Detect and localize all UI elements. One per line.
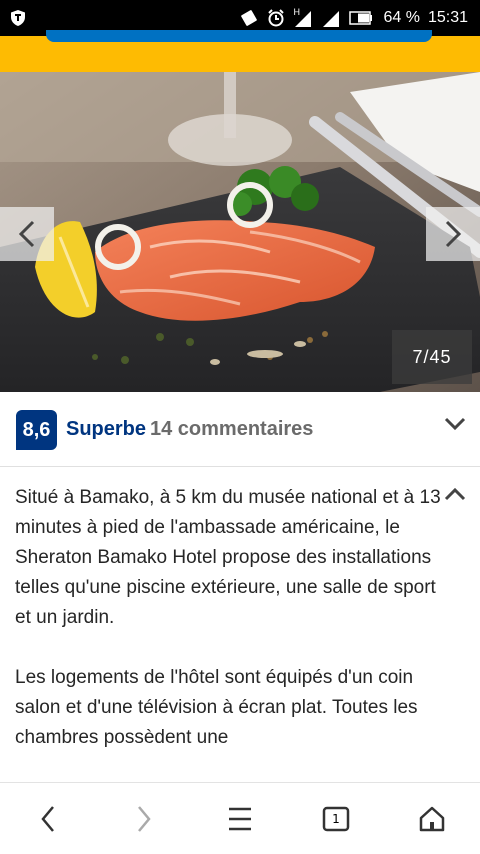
photo-counter: 7/45 [392,330,472,384]
chevron-up-icon[interactable] [444,487,466,501]
forward-button[interactable] [96,783,192,854]
next-photo-button[interactable] [426,207,480,261]
signal-icon-2 [323,11,340,27]
forward-icon [138,806,151,832]
network-type-label: H [293,7,300,17]
review-count: 14 commentaires [150,418,314,440]
photo-gallery[interactable]: 7/45 [0,72,480,392]
home-button[interactable] [384,783,480,854]
browser-toolbar: 1 [0,782,480,854]
search-button[interactable] [46,30,432,42]
menu-icon [229,807,251,831]
signal-icon: H [293,7,313,27]
chevron-down-icon[interactable] [444,417,466,431]
tabs-button[interactable]: 1 [288,783,384,854]
back-button[interactable] [0,783,96,854]
clock: 15:31 [427,9,468,26]
app-header [0,30,480,72]
home-icon [419,806,445,832]
previous-photo-button[interactable] [0,207,54,261]
review-score-badge: 8,6 [16,410,57,450]
battery-icon [349,11,373,25]
rating-summary[interactable]: 8,6 Superbe 14 commentaires [0,393,480,467]
back-icon [41,806,54,832]
chevron-right-icon [445,220,462,248]
shield-icon [11,10,25,26]
review-score-word: Superbe [66,418,147,440]
hotel-description: Situé à Bamako, à 5 km du musée national… [15,483,445,783]
description-paragraph: Situé à Bamako, à 5 km du musée national… [15,487,441,628]
alarm-icon [268,9,285,27]
battery-level: 64 % [383,9,420,26]
description-paragraph: Les logements de l'hôtel sont équipés d'… [15,667,418,748]
chevron-left-icon [18,220,35,248]
tabs-icon: 1 [322,806,350,832]
menu-button[interactable] [192,783,288,854]
tab-count: 1 [332,812,340,826]
vibrate-icon [241,10,258,26]
